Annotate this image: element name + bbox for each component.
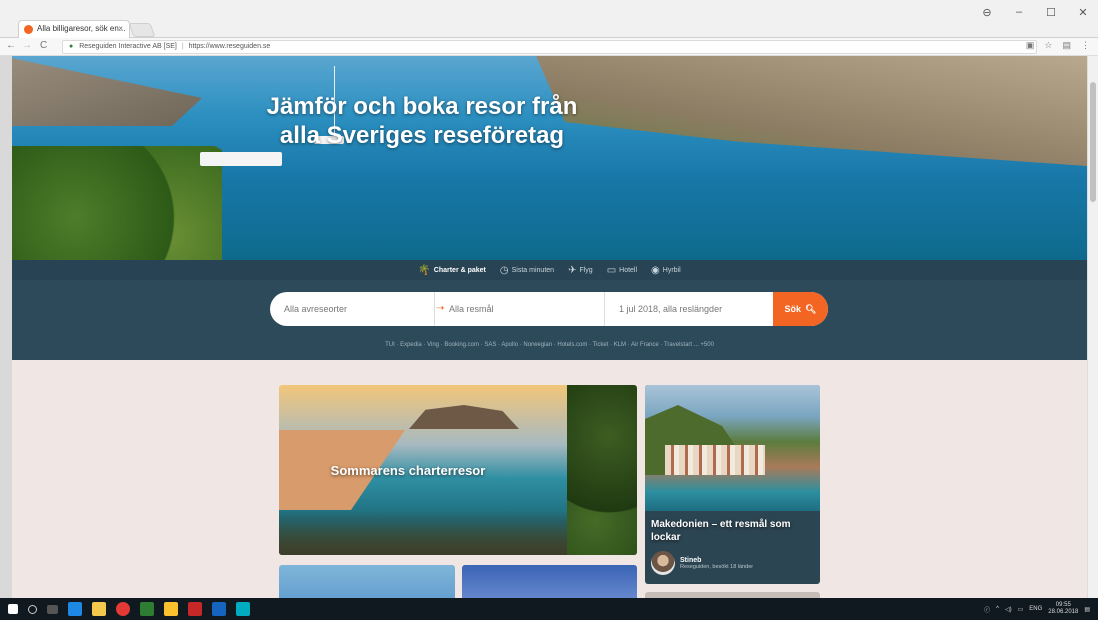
date-field[interactable]: 1 jul 2018, alla reslängder — [605, 292, 773, 326]
toolbar-actions: ▣ ☆ ▤ ⋮ — [1026, 40, 1090, 51]
notifications-icon[interactable]: ▤ — [1084, 606, 1090, 613]
search-button[interactable]: Sök 🔍︎ — [773, 292, 828, 326]
clock-date: 28.06.2018 — [1048, 609, 1079, 615]
article-image — [645, 385, 820, 511]
author-name: Stineb — [680, 556, 702, 564]
forward-icon[interactable]: → — [22, 40, 32, 51]
tab-hyrbil[interactable]: ◉ Hyrbil — [651, 265, 681, 276]
arrow-right-icon: ➝ — [436, 303, 445, 314]
chrome-icon[interactable] — [116, 602, 130, 616]
menu-icon[interactable]: ⋮ — [1081, 40, 1090, 51]
web-page: Jämför och boka resor från alla Sveriges… — [12, 56, 1087, 598]
tab-label: Flyg — [579, 266, 593, 274]
separator: | — [181, 43, 184, 50]
back-icon[interactable]: ← — [6, 40, 16, 51]
tab-title: Alla billigaresor, sök en... — [37, 24, 126, 33]
clock[interactable]: 09:55 28.06.2018 — [1048, 602, 1078, 616]
address-bar[interactable]: ● Reseguiden Interactive AB [SE] | https… — [62, 40, 1037, 54]
featured-card-title: Sommarens charterresor — [330, 463, 486, 478]
new-tab-button[interactable] — [128, 23, 156, 37]
people-icon[interactable]: ⓡ — [984, 605, 990, 614]
reload-icon[interactable]: C — [40, 40, 47, 51]
tab-close-icon[interactable]: × — [118, 24, 123, 33]
app-icon[interactable] — [236, 602, 250, 616]
destination-field[interactable]: Alla resmål — [435, 292, 605, 326]
translate-icon[interactable]: ▣ — [1026, 40, 1035, 51]
hero-title: Jämför och boka resor från alla Sveriges… — [12, 92, 832, 150]
chevron-up-icon[interactable]: ^ — [996, 606, 999, 612]
search-panel: 🌴 Charter & paket ◷ Sista minuten ✈ Flyg… — [12, 260, 1087, 360]
boat-image — [200, 152, 282, 166]
minimize-button[interactable]: – — [1012, 6, 1026, 19]
page-scrollbar[interactable] — [1087, 56, 1098, 598]
store-icon[interactable] — [140, 602, 154, 616]
article-card[interactable]: Makedonien – ett resmål som lockar Stine… — [645, 385, 820, 584]
browser-toolbar: ← → C ● Reseguiden Interactive AB [SE] |… — [0, 38, 1098, 56]
window-controls: ⊖ – ☐ ✕ — [980, 6, 1090, 19]
houses-image — [665, 445, 765, 475]
hero-title-line2: alla Sveriges reseföretag — [279, 122, 565, 149]
tab-label: Charter & paket — [433, 266, 486, 274]
search-icon[interactable] — [28, 604, 37, 614]
system-tray: ⓡ ^ ◁) ▭ ENG 09:55 28.06.2018 ▤ — [984, 602, 1090, 616]
avatar — [651, 551, 675, 575]
lock-icon: ● — [69, 43, 74, 50]
outlook-icon[interactable] — [212, 602, 226, 616]
maximize-button[interactable]: ☐ — [1044, 6, 1058, 19]
search-button-label: Sök — [784, 304, 802, 314]
volume-icon[interactable]: ◁) — [1005, 606, 1012, 613]
tab-label: Hotell — [619, 266, 638, 274]
article-title: Makedonien – ett resmål som lockar — [651, 519, 791, 543]
search-tabs: 🌴 Charter & paket ◷ Sista minuten ✈ Flyg… — [12, 260, 1087, 280]
tab-charter-paket[interactable]: 🌴 Charter & paket — [418, 265, 486, 276]
tab-hotell[interactable]: ▭ Hotell — [607, 265, 637, 276]
site-identity: Reseguiden Interactive AB [SE] — [79, 43, 177, 50]
star-icon[interactable]: ☆ — [1044, 40, 1052, 51]
explorer-icon[interactable] — [92, 602, 106, 616]
tab-sista-minuten[interactable]: ◷ Sista minuten — [500, 265, 554, 276]
tab-flyg[interactable]: ✈ Flyg — [568, 265, 593, 276]
island-image — [409, 405, 519, 429]
featured-card[interactable]: Sommarens charterresor — [279, 385, 637, 555]
tab-label: Sista minuten — [511, 266, 555, 274]
browser-tab[interactable]: Alla billigaresor, sök en... × — [18, 20, 130, 38]
site-favicon-icon — [24, 25, 33, 34]
trees-image — [567, 385, 637, 555]
taskbar: ⓡ ^ ◁) ▭ ENG 09:55 28.06.2018 ▤ — [0, 598, 1098, 620]
search-icon: 🔍︎ — [805, 303, 817, 314]
hotel-icon: ▭ — [606, 264, 617, 276]
palm-icon: 🌴 — [418, 264, 431, 276]
language-indicator[interactable]: ENG — [1029, 606, 1042, 612]
clock-icon: ◷ — [499, 264, 509, 276]
trees-left — [12, 146, 222, 260]
card-thumbnail[interactable] — [279, 565, 455, 598]
author: Stineb Reseguiden, besökt 18 länder — [651, 551, 753, 575]
hero-title-line1: Jämför och boka resor från — [266, 93, 578, 120]
app-icon[interactable] — [188, 602, 202, 616]
folder-icon[interactable] — [164, 602, 178, 616]
browser-titlebar: Alla billigaresor, sök en... × ⊖ – ☐ ✕ — [0, 0, 1098, 38]
plane-icon: ✈ — [568, 264, 577, 276]
network-icon[interactable]: ▭ — [1018, 606, 1024, 613]
windows-start-icon[interactable] — [8, 604, 18, 614]
card-thumbnail[interactable] — [462, 565, 637, 598]
search-form: Alla avreseorter ➝ Alla resmål 1 jul 201… — [270, 292, 828, 326]
rocks-image — [279, 510, 579, 555]
scrollbar-thumb[interactable] — [1090, 82, 1096, 202]
extensions-icon[interactable]: ▤ — [1062, 40, 1071, 51]
close-window-button[interactable]: ✕ — [1076, 6, 1090, 19]
hero-banner: Jämför och boka resor från alla Sveriges… — [12, 56, 1087, 260]
task-view-icon[interactable] — [47, 604, 58, 614]
car-icon: ◉ — [651, 264, 660, 276]
partner-list: TUI · Expedia · Ving · Booking.com · SAS… — [385, 342, 714, 348]
profile-icon[interactable]: ⊖ — [980, 6, 994, 19]
clock-time: 09:55 — [1055, 602, 1071, 608]
edge-icon[interactable] — [68, 602, 82, 616]
author-subtitle: Reseguiden, besökt 18 länder — [680, 563, 754, 570]
url-text: https://www.reseguiden.se — [188, 43, 271, 50]
tab-label: Hyrbil — [662, 266, 681, 274]
departure-field[interactable]: Alla avreseorter — [270, 292, 435, 326]
